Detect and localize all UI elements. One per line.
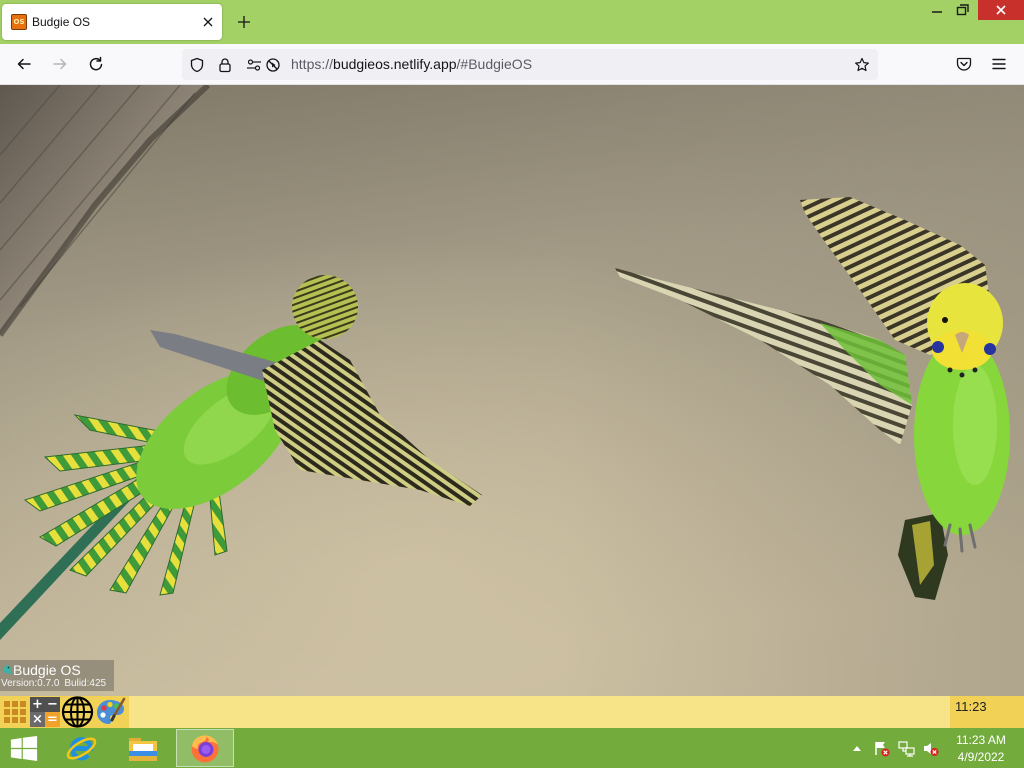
windows-taskbar: 11:23 AM 4/9/2022 (0, 728, 1024, 768)
plus-icon[interactable] (236, 14, 252, 30)
app-grid-icon[interactable] (2, 699, 28, 725)
calc-plus-glyph: + (30, 697, 45, 712)
minimize-icon[interactable] (926, 0, 948, 20)
tab-budgie-os[interactable]: OS Budgie OS (2, 4, 222, 40)
globe-icon[interactable] (61, 696, 94, 728)
budgie-logo-icon (2, 664, 12, 676)
close-window-icon[interactable] (978, 0, 1024, 20)
restore-icon[interactable] (950, 0, 976, 20)
budgie-os-favicon-icon: OS (11, 14, 27, 30)
shield-icon[interactable] (189, 57, 205, 73)
show-hidden-icons-icon[interactable] (851, 743, 863, 753)
back-arrow-icon[interactable] (16, 56, 32, 72)
budgie-clock-time: 11:23 (955, 699, 987, 714)
url-path: /#BudgieOS (456, 56, 533, 72)
url-bar[interactable]: https://budgieos.netlify.app/#BudgieOS (182, 49, 878, 80)
forward-arrow-icon[interactable] (52, 56, 68, 72)
url-host: budgieos.netlify.app (333, 56, 457, 72)
calc-equals-glyph: = (45, 712, 60, 727)
os-version: Version:0.7.0 (1, 678, 60, 689)
volume-muted-icon[interactable] (922, 740, 939, 757)
favicon-label: OS (13, 18, 25, 26)
clock-time: 11:23 AM (956, 733, 1006, 747)
os-name: Budgie OS (13, 662, 81, 678)
tab-title: Budgie OS (32, 15, 91, 29)
os-build: Bulid:425 (64, 678, 107, 689)
lock-icon[interactable] (217, 57, 233, 73)
url-text[interactable]: https://budgieos.netlify.app/#BudgieOS (291, 49, 532, 80)
clock-date: 4/9/2022 (957, 750, 1005, 764)
app-launcher-area: + − × = (0, 696, 129, 728)
close-tab-icon[interactable] (200, 14, 216, 30)
reload-icon[interactable] (88, 56, 104, 72)
taskbar-firefox-button[interactable] (176, 729, 234, 767)
budgie-clock[interactable]: 11:23 (950, 696, 1024, 728)
star-icon[interactable] (854, 57, 870, 73)
os-version-line: Version:0.7.0 Bulid:425 (1, 678, 106, 690)
budgie-os-desktop[interactable] (0, 85, 1024, 696)
permissions-icon[interactable] (246, 57, 262, 73)
firefox-icon (189, 733, 221, 765)
calc-minus-glyph: − (45, 697, 60, 712)
network-icon[interactable] (898, 740, 915, 757)
internet-explorer-icon[interactable] (65, 732, 98, 765)
pocket-icon[interactable] (956, 56, 972, 72)
os-version-badge: Budgie OS Version:0.7.0 Bulid:425 (0, 660, 114, 691)
navigation-toolbar: https://budgieos.netlify.app/#BudgieOS (0, 44, 1024, 85)
wallpaper (0, 85, 1024, 696)
url-scheme: https:// (291, 56, 334, 72)
system-clock[interactable]: 11:23 AM 4/9/2022 (946, 728, 1016, 768)
calc-times-glyph: × (30, 712, 45, 727)
file-explorer-icon[interactable] (126, 733, 160, 765)
autoplay-blocked-icon[interactable] (265, 57, 281, 73)
paint-icon[interactable] (95, 697, 126, 727)
action-center-icon[interactable] (873, 740, 890, 757)
tab-strip: OS Budgie OS (0, 0, 1024, 44)
hamburger-menu-icon[interactable] (991, 56, 1007, 72)
windows-logo-icon[interactable] (10, 736, 38, 761)
budgie-taskbar: + − × = 11:23 (0, 696, 1024, 728)
calculator-icon[interactable]: + − × = (30, 697, 60, 727)
